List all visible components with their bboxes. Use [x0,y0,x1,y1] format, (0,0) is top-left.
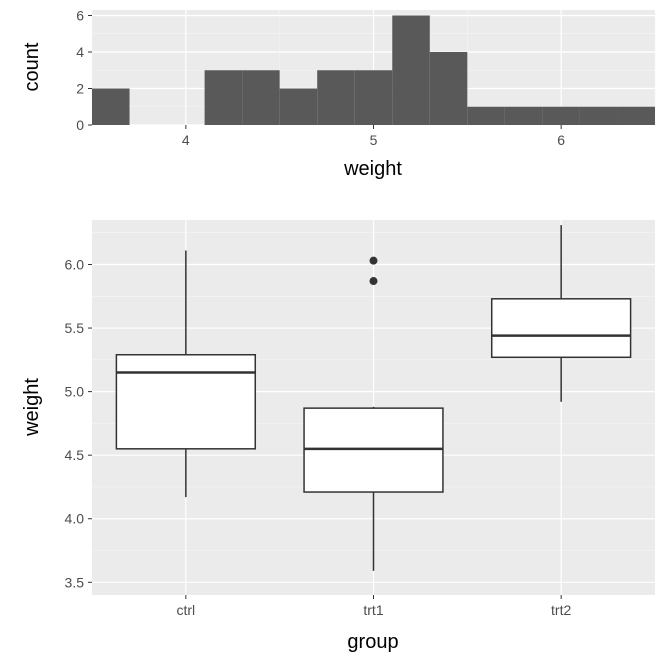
histogram-y-ticks: 0 2 4 6 [76,7,92,133]
x-tick-label: trt1 [363,602,383,618]
y-tick-label: 2 [76,80,84,96]
histogram-bar [92,88,130,125]
x-tick-label: ctrl [176,602,195,618]
y-tick-label: 4.5 [65,447,85,463]
boxplot-xlabel: group [347,631,398,653]
histogram-bar [467,107,505,125]
histogram-bar [242,70,280,125]
y-tick-label: 5.5 [65,320,85,336]
y-tick-label: 4.0 [65,511,85,527]
boxplot-panel: ctrl trt1 trt2 3.5 4.0 4.5 5.0 5.5 6.0 group we… [21,220,655,653]
y-tick-label: 0 [76,117,84,133]
histogram-bar [280,88,318,125]
y-tick-label: 6.0 [65,256,85,272]
y-tick-label: 6 [76,7,84,23]
histogram-bar [392,15,430,125]
histogram-xlabel: weight [343,158,402,180]
x-tick-label: trt2 [551,602,571,618]
outlier-point [370,257,378,265]
histogram-bar [205,70,243,125]
chart-figure: 4 5 6 0 2 4 6 weight count ctrl trt1 trt2 3.5 4.… [0,0,672,672]
x-tick-label: 6 [557,132,565,148]
box [492,299,631,357]
boxplot-y-ticks: 3.5 4.0 4.5 5.0 5.5 6.0 [65,256,92,590]
histogram-x-ticks: 4 5 6 [182,125,565,148]
outlier-point [370,277,378,285]
box [304,408,443,492]
histogram-bar [355,70,393,125]
histogram-bar [542,107,580,125]
box [116,355,255,449]
histogram-bar [317,70,355,125]
boxplot-x-ticks: ctrl trt1 trt2 [176,595,571,618]
histogram-bar [580,107,618,125]
histogram-bar [505,107,543,125]
x-tick-label: 5 [370,132,378,148]
x-tick-label: 4 [182,132,190,148]
boxplot-ylabel: weight [21,378,43,437]
y-tick-label: 5.0 [65,384,85,400]
y-tick-label: 4 [76,44,84,60]
histogram-bar [617,107,655,125]
histogram-bar [430,52,468,125]
histogram-ylabel: count [21,42,43,91]
y-tick-label: 3.5 [65,574,85,590]
histogram-panel: 4 5 6 0 2 4 6 weight count [21,7,655,180]
